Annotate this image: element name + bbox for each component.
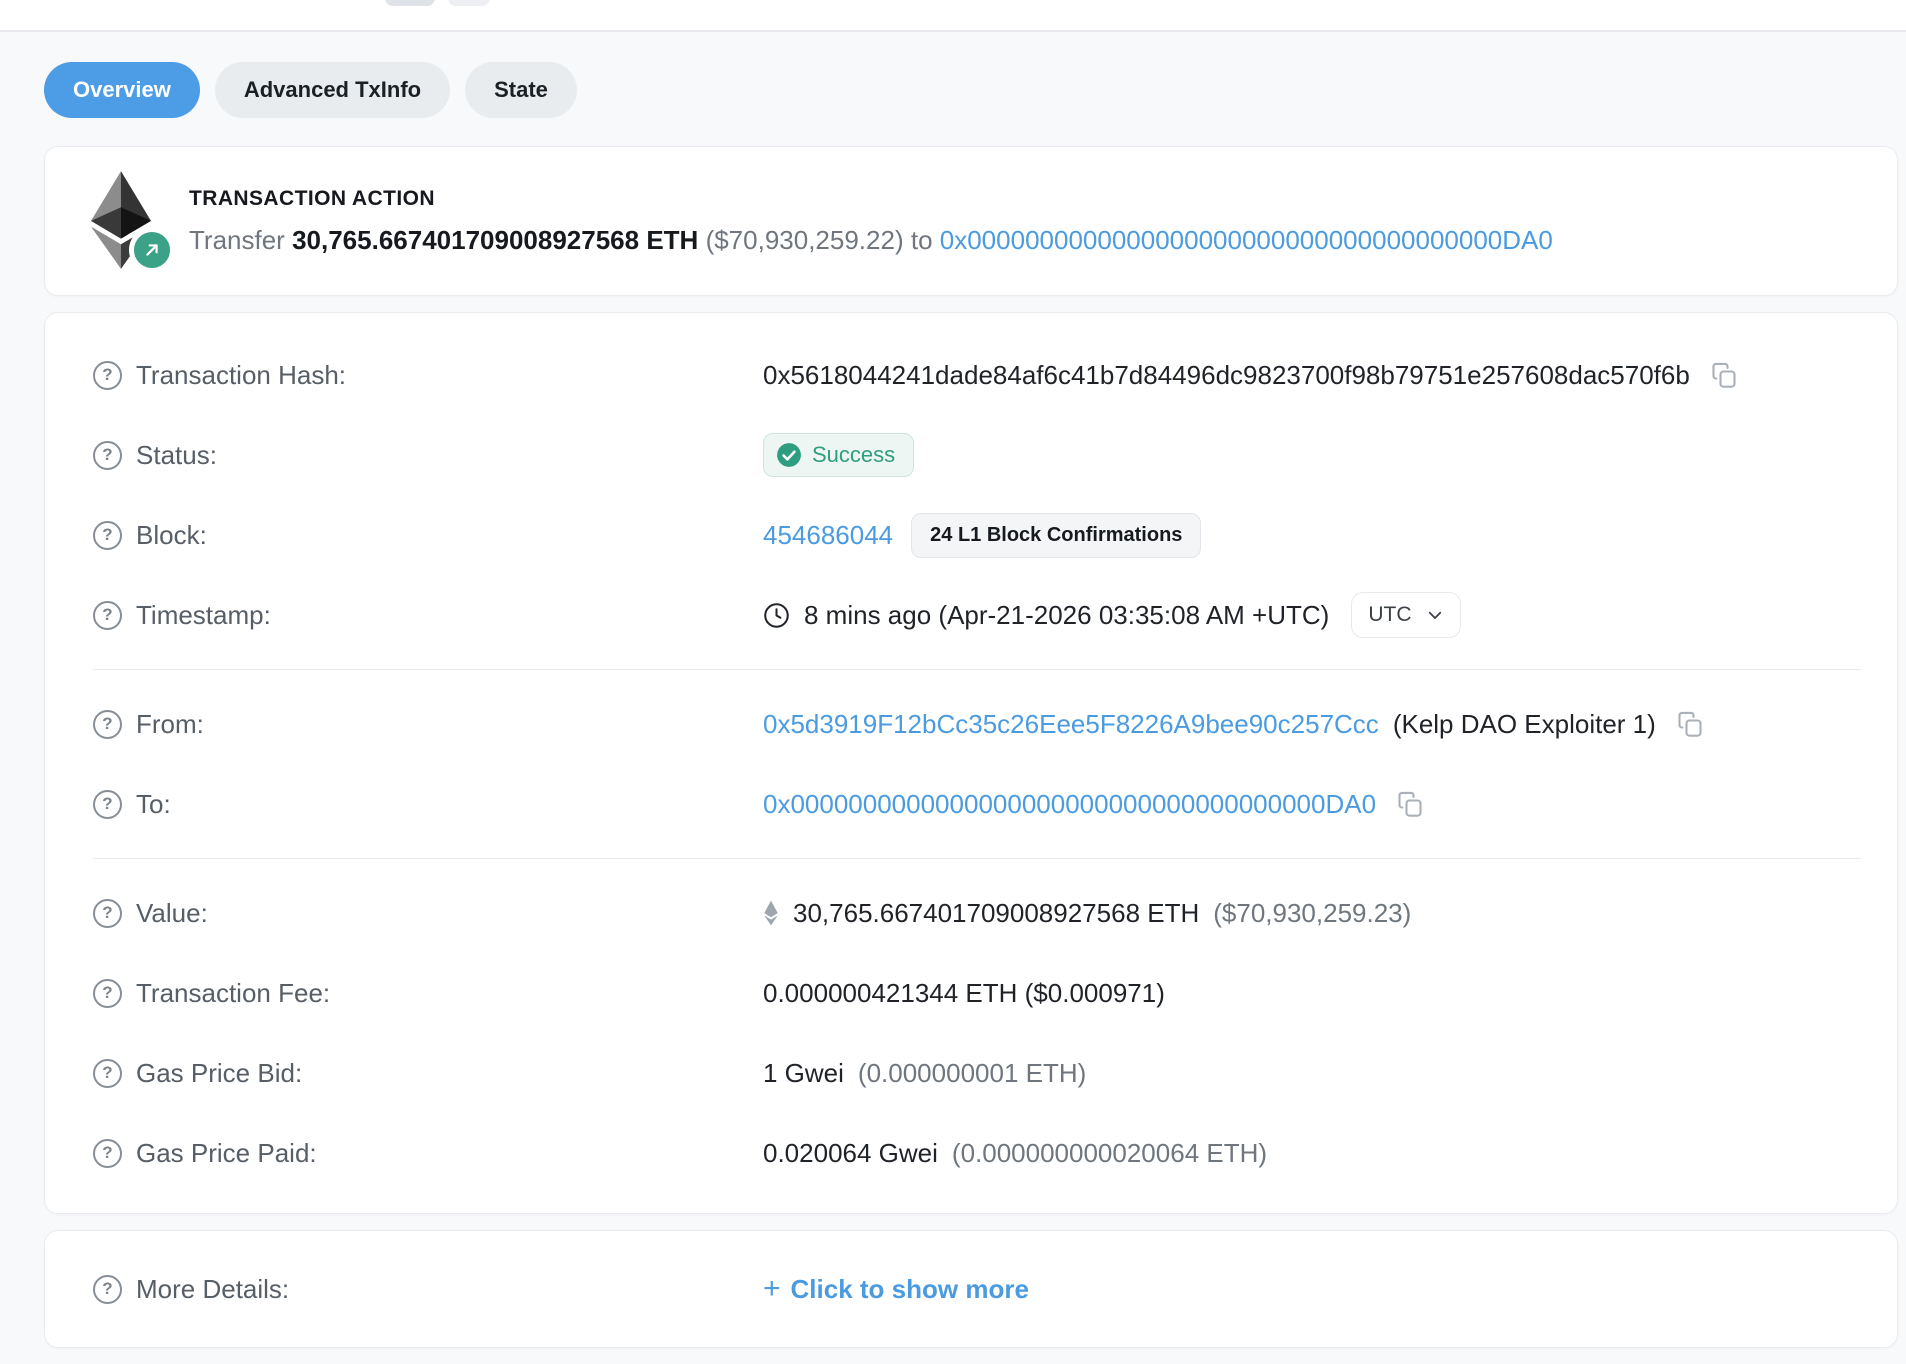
transaction-action-content: TRANSACTION ACTION Transfer 30,765.66740…: [189, 187, 1553, 256]
block-confirmations-badge: 24 L1 Block Confirmations: [911, 513, 1201, 558]
more-details-label: More Details:: [136, 1274, 289, 1305]
help-icon[interactable]: [93, 1139, 122, 1168]
transaction-action-line: Transfer 30,765.667401709008927568 ETH (…: [189, 225, 1553, 256]
row-transaction-hash: Transaction Hash: 0x5618044241dade84af6c…: [93, 335, 1861, 415]
clock-icon: [763, 602, 790, 629]
to-label: To:: [136, 789, 171, 820]
top-cutoff-bar: [0, 0, 1906, 32]
from-label: From:: [136, 709, 204, 740]
gas-price-paid-alt: (0.000000000020064 ETH): [952, 1138, 1267, 1169]
to-address-link[interactable]: 0x0000000000000000000000000000000000000D…: [763, 789, 1376, 820]
gas-price-bid-value: 1 Gwei: [763, 1058, 844, 1089]
row-to: To: 0x0000000000000000000000000000000000…: [93, 764, 1861, 844]
row-status: Status: Success: [93, 415, 1861, 495]
timezone-dropdown[interactable]: UTC: [1351, 592, 1460, 638]
copy-hash-button[interactable]: [1710, 361, 1738, 389]
block-number-link[interactable]: 454686044: [763, 520, 893, 551]
help-icon[interactable]: [93, 521, 122, 550]
transaction-hash-value: 0x5618044241dade84af6c41b7d84496dc982370…: [763, 360, 1690, 391]
section-divider: [93, 669, 1861, 670]
plus-icon: +: [763, 1274, 781, 1304]
tab-state[interactable]: State: [465, 62, 577, 118]
transfer-out-arrow-icon: [129, 227, 175, 273]
help-icon[interactable]: [93, 1275, 122, 1304]
timestamp-label: Timestamp:: [136, 600, 271, 631]
more-details-card: More Details: + Click to show more: [44, 1230, 1898, 1348]
help-icon[interactable]: [93, 899, 122, 928]
transaction-action-title: TRANSACTION ACTION: [189, 187, 1553, 211]
block-label: Block:: [136, 520, 207, 551]
row-gas-price-bid: Gas Price Bid: 1 Gwei (0.000000001 ETH): [93, 1033, 1861, 1113]
show-more-link[interactable]: + Click to show more: [763, 1274, 1029, 1305]
tab-overview[interactable]: Overview: [44, 62, 200, 118]
help-icon[interactable]: [93, 710, 122, 739]
value-amount: 30,765.667401709008927568 ETH: [793, 898, 1199, 929]
transaction-fee-value: 0.000000421344 ETH ($0.000971): [763, 978, 1165, 1009]
cutoff-ui-fragment: [385, 0, 435, 6]
section-divider: [93, 858, 1861, 859]
row-more-details: More Details: + Click to show more: [93, 1249, 1861, 1329]
gas-price-bid-alt: (0.000000001 ETH): [858, 1058, 1086, 1089]
transaction-details-card: Transaction Hash: 0x5618044241dade84af6c…: [44, 312, 1898, 1214]
action-amount: 30,765.667401709008927568 ETH: [292, 225, 698, 255]
help-icon[interactable]: [93, 1059, 122, 1088]
row-block: Block: 454686044 24 L1 Block Confirmatio…: [93, 495, 1861, 575]
tab-advanced-txinfo[interactable]: Advanced TxInfo: [215, 62, 450, 118]
help-icon[interactable]: [93, 361, 122, 390]
copy-to-address-button[interactable]: [1396, 790, 1424, 818]
transaction-hash-label: Transaction Hash:: [136, 360, 346, 391]
ethereum-logo-icon: [91, 171, 153, 271]
row-timestamp: Timestamp: 8 mins ago (Apr-21-2026 03:35…: [93, 575, 1861, 655]
copy-from-address-button[interactable]: [1676, 710, 1704, 738]
row-value: Value: 30,765.667401709008927568 ETH ($7…: [93, 873, 1861, 953]
row-from: From: 0x5d3919F12bCc35c26Eee5F8226A9bee9…: [93, 684, 1861, 764]
help-icon[interactable]: [93, 441, 122, 470]
gas-price-bid-label: Gas Price Bid:: [136, 1058, 302, 1089]
timestamp-value: 8 mins ago (Apr-21-2026 03:35:08 AM +UTC…: [804, 600, 1329, 631]
help-icon[interactable]: [93, 790, 122, 819]
status-badge: Success: [763, 433, 914, 477]
transaction-fee-label: Transaction Fee:: [136, 978, 330, 1009]
eth-diamond-icon: [763, 900, 779, 926]
row-transaction-fee: Transaction Fee: 0.000000421344 ETH ($0.…: [93, 953, 1861, 1033]
help-icon[interactable]: [93, 601, 122, 630]
from-address-link[interactable]: 0x5d3919F12bCc35c26Eee5F8226A9bee90c257C…: [763, 709, 1379, 740]
gas-price-paid-label: Gas Price Paid:: [136, 1138, 317, 1169]
value-label: Value:: [136, 898, 208, 929]
value-usd: ($70,930,259.23): [1213, 898, 1411, 929]
gas-price-paid-value: 0.020064 Gwei: [763, 1138, 938, 1169]
status-label: Status:: [136, 440, 217, 471]
transaction-action-card: TRANSACTION ACTION Transfer 30,765.66740…: [44, 146, 1898, 296]
action-transfer-word: Transfer: [189, 225, 285, 255]
action-to-word: to: [911, 225, 933, 255]
from-address-name: (Kelp DAO Exploiter 1): [1393, 709, 1656, 740]
help-icon[interactable]: [93, 979, 122, 1008]
check-circle-icon: [776, 442, 802, 468]
action-amount-usd: ($70,930,259.22): [706, 225, 904, 255]
chevron-down-icon: [1426, 606, 1444, 624]
action-to-address-link[interactable]: 0x0000000000000000000000000000000000000D…: [940, 225, 1553, 255]
cutoff-ui-fragment: [448, 0, 490, 6]
row-gas-price-paid: Gas Price Paid: 0.020064 Gwei (0.0000000…: [93, 1113, 1861, 1193]
tab-bar: Overview Advanced TxInfo State: [44, 62, 1906, 118]
